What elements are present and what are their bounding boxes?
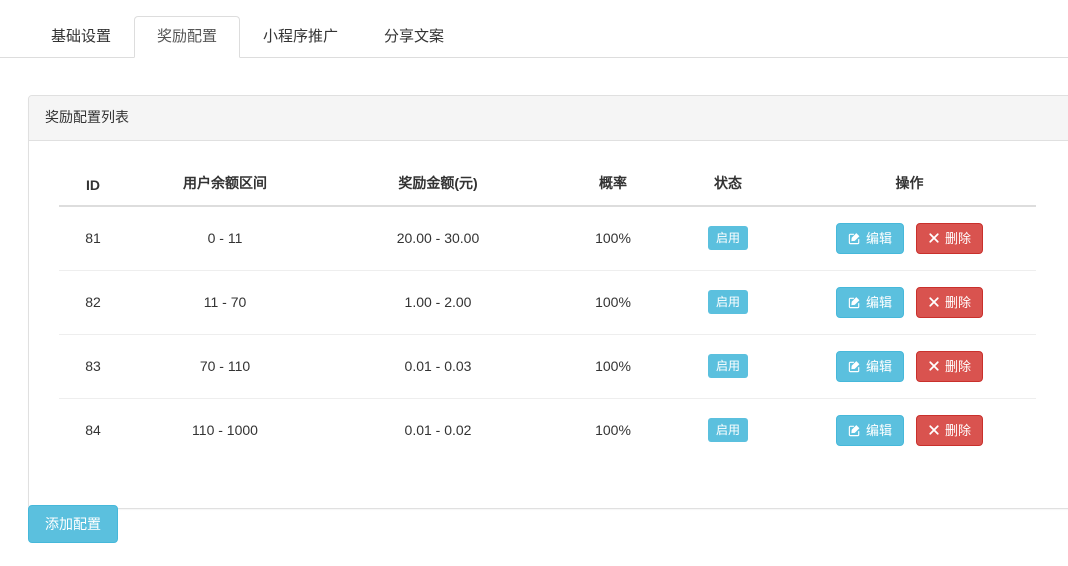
panel-heading: 奖励配置列表 [29,96,1068,141]
cell-actions: 编辑 删除 [783,206,1036,271]
column-header-id: ID [59,164,127,207]
cell-status: 启用 [673,269,783,335]
cell-status: 启用 [673,333,783,399]
delete-button[interactable]: 删除 [915,414,983,446]
cell-amount: 0.01 - 0.03 [323,333,553,399]
cell-id: 82 [59,269,127,335]
delete-button[interactable]: 删除 [915,222,983,254]
edit-button[interactable]: 编辑 [836,414,905,446]
pencil-square-icon [848,232,861,245]
status-badge: 启用 [707,354,748,379]
edit-button-label: 编辑 [866,230,893,246]
cell-amount: 20.00 - 30.00 [396,230,480,247]
remove-icon [928,232,940,244]
remove-icon [928,360,940,372]
panel-title: 奖励配置列表 [45,109,129,125]
status-badge: 启用 [707,290,748,315]
cell-probability: 100% [553,397,673,462]
table-row: 81 0 - 11 20.00 - 30.00 100% 启用 编辑 删除 [59,206,1036,271]
cell-balance: 70 - 110 [127,333,323,399]
table-row: 84 110 - 1000 0.01 - 0.02 100% 启用 编辑 删除 [59,397,1036,462]
edit-button[interactable]: 编辑 [836,222,905,254]
cell-amount: 0.01 - 0.02 [323,397,553,462]
cell-balance: 110 - 1000 [127,397,323,462]
column-header-actions: 操作 [783,164,1036,207]
cell-id: 83 [59,333,127,399]
remove-icon [928,296,940,308]
edit-button-label: 编辑 [866,294,893,310]
cell-balance: 11 - 70 [127,269,323,335]
table-row: 83 70 - 110 0.01 - 0.03 100% 启用 编辑 删除 [59,333,1036,399]
tab-label: 奖励配置 [157,28,218,45]
pencil-square-icon [848,360,861,373]
tab-reward-config[interactable]: 奖励配置 [134,16,241,58]
tab-bar: 基础设置 奖励配置 小程序推广 分享文案 [0,0,1068,58]
cell-id: 81 [85,230,101,247]
reward-config-panel: 奖励配置列表 ID 用户余额区间 奖励金额(元) 概率 状态 操作 81 0 -… [28,95,1068,509]
cell-balance: 0 - 11 [207,230,243,247]
edit-button[interactable]: 编辑 [836,350,905,382]
edit-button-label: 编辑 [866,358,893,374]
column-header-probability: 概率 [553,164,673,207]
status-badge: 启用 [707,226,748,251]
delete-button-label: 删除 [944,230,971,246]
cell-actions: 编辑 删除 [783,397,1036,462]
cell-status: 启用 [673,206,783,271]
cell-actions: 编辑 删除 [783,333,1036,399]
column-header-balance: 用户余额区间 [127,164,323,207]
tab-label: 分享文案 [384,28,445,45]
tab-miniprogram-promotion[interactable]: 小程序推广 [240,16,361,58]
pencil-square-icon [848,424,861,437]
delete-button-label: 删除 [944,358,971,374]
delete-button[interactable]: 删除 [915,286,983,318]
table-row: 82 11 - 70 1.00 - 2.00 100% 启用 编辑 删除 [59,269,1036,335]
pencil-square-icon [848,296,861,309]
delete-button-label: 删除 [944,422,971,438]
edit-button[interactable]: 编辑 [836,286,905,318]
table-header-row: ID 用户余额区间 奖励金额(元) 概率 状态 操作 [59,164,1036,207]
column-header-amount: 奖励金额(元) [323,164,553,207]
cell-probability: 100% [553,269,673,335]
status-badge: 启用 [707,418,748,443]
reward-config-table: ID 用户余额区间 奖励金额(元) 概率 状态 操作 81 0 - 11 20.… [59,164,1036,462]
add-config-button[interactable]: 添加配置 [28,505,118,543]
table-header: ID 用户余额区间 奖励金额(元) 概率 状态 操作 [59,164,1036,207]
add-config-button-label: 添加配置 [45,516,101,532]
delete-button-label: 删除 [944,294,971,310]
cell-amount: 1.00 - 2.00 [323,269,553,335]
tab-basic-settings[interactable]: 基础设置 [28,16,134,58]
column-header-status: 状态 [673,164,783,207]
cell-probability: 100% [595,230,631,247]
tab-share-copy[interactable]: 分享文案 [361,16,467,58]
table-body: 81 0 - 11 20.00 - 30.00 100% 启用 编辑 删除 82… [59,206,1036,462]
delete-button[interactable]: 删除 [915,350,983,382]
edit-button-label: 编辑 [866,422,893,438]
cell-probability: 100% [553,333,673,399]
remove-icon [928,424,940,436]
cell-id: 84 [59,397,127,462]
cell-actions: 编辑 删除 [783,269,1036,335]
tab-label: 小程序推广 [263,28,339,45]
tab-label: 基础设置 [51,28,112,45]
panel-body: ID 用户余额区间 奖励金额(元) 概率 状态 操作 81 0 - 11 20.… [29,141,1068,508]
cell-status: 启用 [673,397,783,462]
